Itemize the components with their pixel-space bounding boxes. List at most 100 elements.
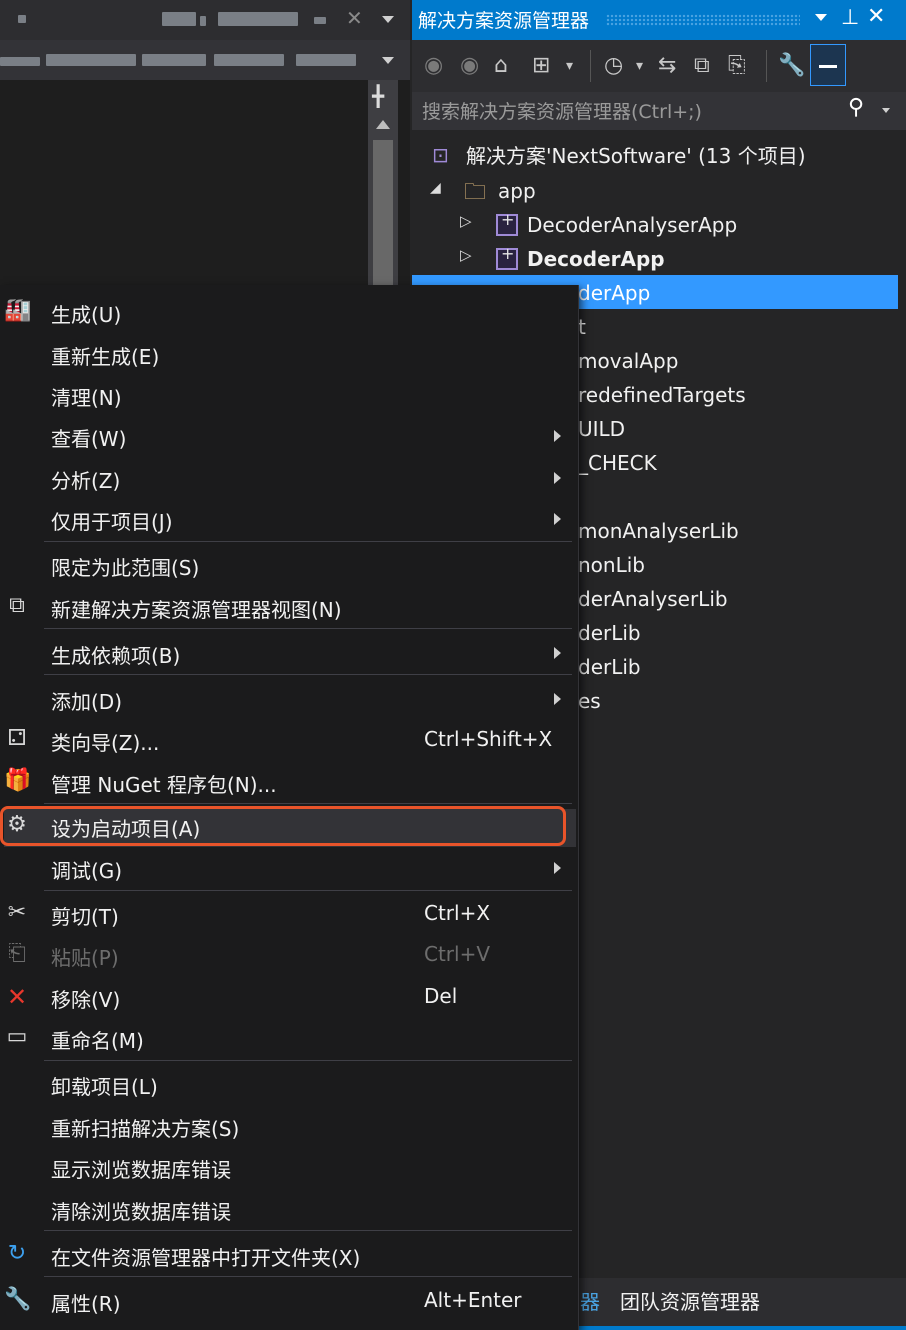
menu-separator (44, 674, 572, 675)
scissors-icon: ✂ (7, 900, 27, 925)
menu-item-class-wizard[interactable]: ⚁ 类向导(Z)... Ctrl+Shift+X (0, 720, 578, 760)
remove-icon: ✕ (6, 983, 28, 1011)
class-wizard-icon: ⚁ (7, 726, 27, 751)
dropdown-icon[interactable]: ▾ (566, 52, 573, 80)
close-icon[interactable]: ✕ (867, 4, 885, 29)
tab-dropdown-icon[interactable] (382, 16, 394, 23)
menu-item-label: 仅用于项目(J) (51, 510, 173, 534)
tree-selected-label[interactable]: derApp (578, 278, 650, 308)
menu-separator (44, 803, 572, 804)
search-icon[interactable]: ⚲ (848, 95, 864, 120)
menu-item-build[interactable]: 🏭 生成(U) (0, 292, 578, 332)
collapse-all-icon[interactable]: ⧉ (694, 52, 710, 80)
tree-row[interactable]: es (578, 686, 601, 716)
menu-item-properties[interactable]: 🔧 属性(R) Alt+Enter (0, 1281, 578, 1321)
menu-item-debug[interactable]: 调试(G) (0, 848, 578, 888)
show-all-files-icon[interactable]: ⎘ (728, 52, 746, 80)
menu-item-build-dependencies[interactable]: 生成依赖项(B) (0, 633, 578, 673)
tree-row[interactable]: UILD (578, 414, 625, 444)
menu-separator (44, 628, 572, 629)
panel-menu-icon[interactable] (815, 14, 827, 21)
submenu-arrow-icon (554, 513, 561, 525)
menu-item-open-in-file-explorer[interactable]: ↻ 在文件资源管理器中打开文件夹(X) (0, 1235, 578, 1275)
refresh-icon[interactable]: ⇆ (658, 52, 676, 80)
menu-item-rescan-solution[interactable]: 重新扫描解决方案(S) (0, 1106, 578, 1146)
tree-solution-node[interactable]: 解决方案'NextSoftware' (13 个项目) (466, 141, 806, 171)
tree-startup-project-node[interactable]: DecoderApp (527, 244, 665, 274)
wrench-icon[interactable]: 🔧 (778, 52, 805, 80)
minus-icon (819, 65, 837, 68)
highlight-annotation-box (0, 806, 566, 846)
new-view-icon: ⧉ (9, 593, 25, 618)
submenu-arrow-icon (554, 693, 561, 705)
menu-item-scope-to-this[interactable]: 限定为此范围(S) (0, 545, 578, 585)
pending-changes-icon[interactable]: ◷ (604, 52, 623, 80)
tree-project-node[interactable]: DecoderAnalyserApp (527, 210, 737, 240)
collapsed-arrow-icon-2[interactable]: ▷ (460, 246, 472, 264)
solution-icon: ⊡ (432, 143, 449, 167)
menu-separator (44, 1276, 572, 1277)
tree-row[interactable]: derLib (578, 618, 641, 648)
header-edge (894, 0, 906, 40)
menu-item-clean[interactable]: 清理(N) (0, 375, 578, 415)
back-icon[interactable]: ◉ (424, 52, 443, 80)
search-box: ⚲ (412, 92, 906, 130)
collapsed-arrow-icon[interactable]: ▷ (460, 212, 472, 230)
tree-row[interactable]: movalApp (578, 346, 678, 376)
tree-row[interactable]: t (578, 312, 586, 342)
menu-item-label: 重新扫描解决方案(S) (51, 1117, 240, 1141)
tab-team-explorer[interactable]: 团队资源管理器 (620, 1286, 760, 1315)
tree-row[interactable]: derLib (578, 652, 641, 682)
home-icon[interactable]: ⌂ (494, 52, 508, 80)
tree-row[interactable]: nonLib (578, 550, 645, 580)
menu-item-show-browse-db-errors[interactable]: 显示浏览数据库错误 (0, 1147, 578, 1187)
tree-folder-app[interactable]: app (498, 176, 536, 206)
code-editor[interactable] (0, 80, 410, 285)
menu-item-rebuild[interactable]: 重新生成(E) (0, 334, 578, 374)
scrollbar-thumb[interactable] (373, 140, 393, 285)
expanded-arrow-icon[interactable]: ◢ (430, 180, 441, 196)
dropdown-icon-2[interactable]: ▾ (636, 52, 643, 80)
forward-icon[interactable]: ◉ (460, 52, 479, 80)
tree-row[interactable]: derAnalyserLib (578, 584, 728, 614)
search-input[interactable] (420, 97, 844, 127)
menu-item-new-explorer-view[interactable]: ⧉ 新建解决方案资源管理器视图(N) (0, 587, 578, 627)
menu-separator (44, 1230, 572, 1231)
menu-item-cut[interactable]: ✂ 剪切(T) Ctrl+X (0, 894, 578, 934)
folder-icon: 🗀 (464, 180, 487, 205)
split-icon[interactable]: ╋ (372, 84, 384, 108)
search-options-icon[interactable] (882, 108, 890, 113)
menu-item-remove[interactable]: ✕ 移除(V) Del (0, 977, 578, 1017)
menu-item-label: 清理(N) (51, 386, 122, 410)
menu-item-project-only[interactable]: 仅用于项目(J) (0, 499, 578, 539)
tree-row[interactable]: _CHECK (578, 448, 657, 478)
menu-item-label: 管理 NuGet 程序包(N)... (51, 773, 277, 797)
menu-item-label: 粘贴(P) (51, 946, 119, 970)
menu-item-view[interactable]: 查看(W) (0, 416, 578, 456)
menu-item-analyze[interactable]: 分析(Z) (0, 458, 578, 498)
menu-item-manage-nuget[interactable]: 🎁 管理 NuGet 程序包(N)... (0, 762, 578, 802)
scroll-up-icon[interactable] (376, 120, 390, 129)
header-grip[interactable] (606, 14, 800, 26)
menu-item-label: 在文件资源管理器中打开文件夹(X) (51, 1246, 361, 1270)
tree-row[interactable]: redefinedTargets (578, 380, 746, 410)
menu-item-shortcut: Del (424, 984, 458, 1008)
menu-item-clear-browse-db-errors[interactable]: 清除浏览数据库错误 (0, 1189, 578, 1229)
sync-view-icon[interactable]: ⊞ (532, 52, 550, 80)
navigation-bar (0, 40, 410, 80)
tree-row[interactable]: monAnalyserLib (578, 516, 739, 546)
menu-item-rename[interactable]: ▭ 重命名(M) (0, 1018, 578, 1058)
menu-item-unload-project[interactable]: 卸载项目(L) (0, 1064, 578, 1104)
menu-item-label: 类向导(Z)... (51, 731, 160, 755)
menu-item-label: 剪切(T) (51, 905, 119, 929)
menu-item-shortcut: Ctrl+Shift+X (424, 727, 553, 751)
tab-solution-explorer[interactable]: 器 (580, 1286, 600, 1315)
pin-icon[interactable]: ⊥ (841, 5, 859, 29)
menu-item-label: 限定为此范围(S) (51, 556, 200, 580)
menu-item-label: 添加(D) (51, 690, 123, 714)
preview-toggle-button[interactable] (810, 44, 846, 86)
close-tab-icon[interactable]: ✕ (346, 6, 363, 30)
nav-dropdown-icon[interactable] (382, 57, 394, 64)
menu-item-add[interactable]: 添加(D) (0, 679, 578, 719)
menu-item-label: 卸载项目(L) (51, 1075, 158, 1099)
